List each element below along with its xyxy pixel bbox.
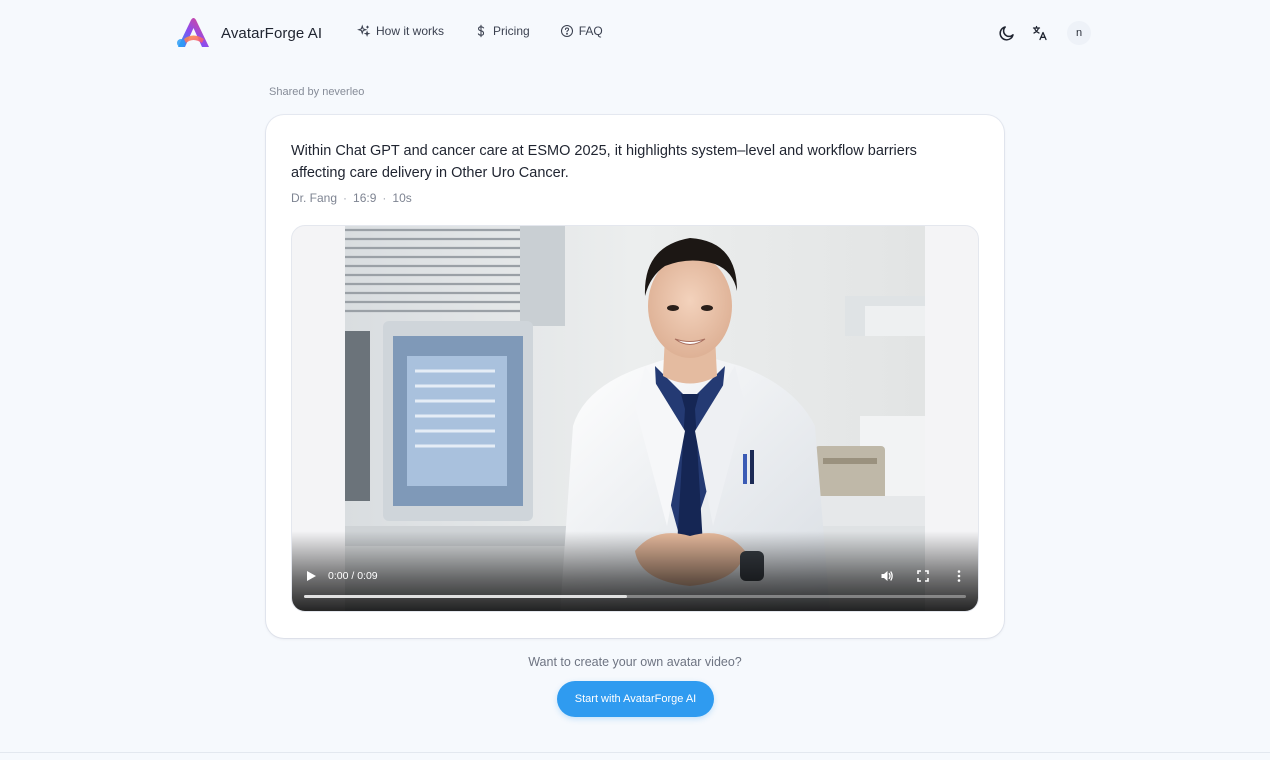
nav-label: Pricing <box>493 24 530 38</box>
fullscreen-icon[interactable] <box>916 569 930 583</box>
volume-icon[interactable] <box>880 569 894 583</box>
sparkles-icon <box>357 24 371 38</box>
video-player[interactable]: 0:00 / 0:09 <box>291 225 979 612</box>
translate-icon <box>1032 25 1047 41</box>
language-button[interactable] <box>1029 21 1051 45</box>
nav-label: How it works <box>376 24 445 38</box>
meta-separator: · <box>382 191 387 205</box>
video-title: Within Chat GPT and cancer care at ESMO … <box>291 143 917 181</box>
nav-how-it-works[interactable]: How it works <box>357 24 444 38</box>
page: AvatarForge AI How it works Pricing FAQ … <box>0 0 1270 760</box>
brand[interactable]: AvatarForge AI <box>175 16 322 50</box>
meta-aspect: 16:9 <box>353 191 377 205</box>
shared-by-label: Shared by neverleo <box>269 86 365 98</box>
meta-author: Dr. Fang <box>291 191 338 205</box>
help-circle-icon <box>560 24 573 38</box>
play-icon[interactable] <box>304 569 318 583</box>
video-buffer-fill <box>304 595 628 598</box>
start-button[interactable]: Start with AvatarForge AI <box>557 681 714 717</box>
brand-name: AvatarForge AI <box>221 24 323 42</box>
top-header: AvatarForge AI How it works Pricing FAQ … <box>0 0 1270 68</box>
main-nav: How it works Pricing FAQ <box>357 24 633 38</box>
dollar-icon <box>477 24 485 38</box>
cta-prompt: Want to create your own avatar video? <box>528 655 742 669</box>
video-controls-overlay <box>292 531 978 611</box>
nav-pricing[interactable]: Pricing <box>474 24 530 38</box>
more-options-icon[interactable] <box>952 569 966 583</box>
nav-label: FAQ <box>578 24 603 38</box>
footer-divider <box>0 752 1270 753</box>
nav-faq[interactable]: FAQ <box>560 24 603 38</box>
video-card: Within Chat GPT and cancer care at ESMO … <box>266 115 1004 638</box>
moon-icon <box>999 26 1014 41</box>
meta-duration: 10s <box>392 191 412 205</box>
header-actions: n <box>996 21 1091 45</box>
theme-toggle-button[interactable] <box>996 21 1018 45</box>
meta-separator: · <box>343 191 348 205</box>
video-progress-bar[interactable] <box>304 595 966 598</box>
avatarforge-logo-icon <box>177 18 209 47</box>
user-avatar[interactable]: n <box>1067 21 1091 45</box>
video-meta: Dr. Fang · 16:9 · 10s <box>291 191 412 205</box>
video-time: 0:00 / 0:09 <box>328 570 378 582</box>
